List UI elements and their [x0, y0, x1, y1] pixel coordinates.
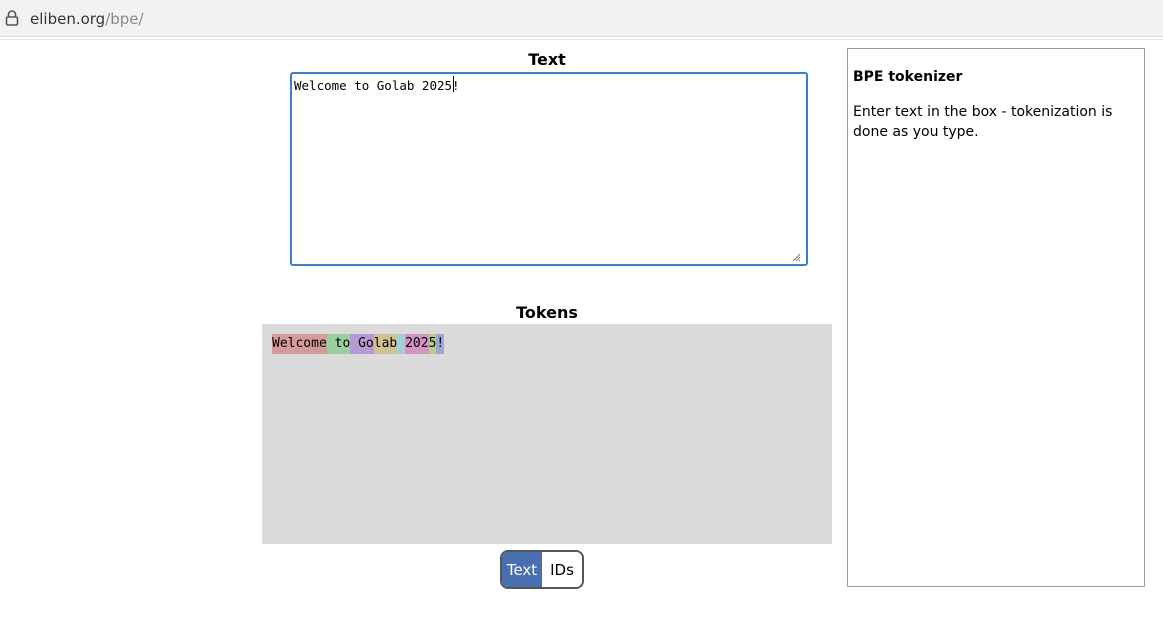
- resize-grip-icon[interactable]: [791, 247, 801, 262]
- token: [397, 334, 406, 354]
- sidebar-description: Enter text in the box - tokenization is …: [853, 104, 1113, 140]
- text-heading: Text: [528, 50, 566, 69]
- text-input[interactable]: Welcome to Golab 2025!: [290, 72, 808, 266]
- token: to: [326, 334, 351, 354]
- tokens-heading: Tokens: [516, 303, 578, 322]
- divider: [0, 39, 1163, 40]
- token: Go: [350, 334, 374, 354]
- view-toggle[interactable]: Text IDs: [500, 550, 584, 589]
- url-text[interactable]: eliben.org/bpe/: [30, 9, 144, 29]
- text-caret: [453, 76, 454, 92]
- lock-icon: [5, 10, 19, 26]
- token: 202: [405, 334, 429, 354]
- token: lab: [373, 334, 398, 354]
- tokens-line: Welcome to Go lab 202 5!: [272, 334, 445, 354]
- toggle-ids-button[interactable]: IDs: [542, 552, 582, 587]
- toggle-text-button[interactable]: Text: [502, 552, 542, 587]
- token: 5: [428, 334, 437, 354]
- url-host: eliben.org: [30, 10, 106, 28]
- browser-address-bar[interactable]: eliben.org/bpe/: [0, 0, 1163, 37]
- tokens-output: Welcome to Go lab 202 5!: [262, 324, 832, 544]
- info-sidebar: BPE tokenizer Enter text in the box - to…: [847, 48, 1145, 587]
- sidebar-title: BPE tokenizer: [853, 69, 963, 85]
- token: Welcome: [272, 334, 327, 354]
- url-path: /bpe/: [105, 10, 144, 28]
- token: !: [436, 334, 445, 354]
